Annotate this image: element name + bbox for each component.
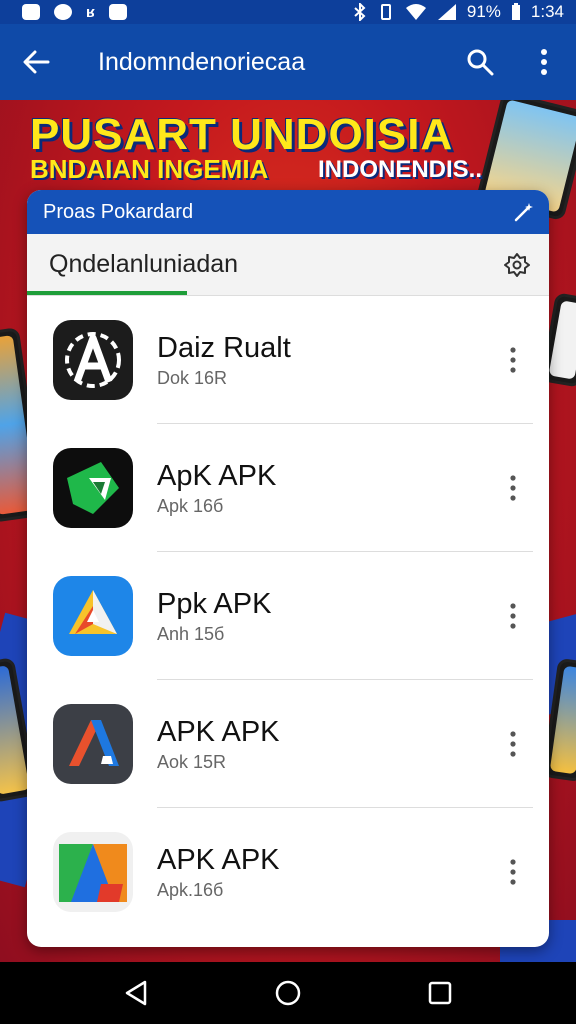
magic-wand-icon[interactable] xyxy=(513,201,535,223)
back-button[interactable] xyxy=(0,24,72,100)
item-menu-button[interactable] xyxy=(493,842,533,902)
page-title: Indomndenoriecaa xyxy=(98,47,306,76)
app-text: ApK APK Apk 16б xyxy=(133,459,493,517)
media-icon xyxy=(108,4,127,20)
more-vertical-icon xyxy=(510,603,516,629)
item-menu-button[interactable] xyxy=(493,330,533,390)
item-menu-button[interactable] xyxy=(493,586,533,646)
clock: 1:34 xyxy=(530,2,564,21)
app-size: Aok 15R xyxy=(157,751,227,772)
status-bar: ʁ 91% 1:34 xyxy=(0,0,576,24)
app-logo-icon xyxy=(53,832,133,912)
banner-subtitle-right: INDONENDIS.. xyxy=(318,156,483,183)
item-menu-button[interactable] xyxy=(493,714,533,774)
carrier-glyph: ʁ xyxy=(86,3,95,21)
app-size: Dok 16R xyxy=(157,367,228,388)
search-icon xyxy=(467,49,494,76)
status-right: 91% 1:34 xyxy=(353,2,564,22)
app-list-item[interactable]: Daiz Rualt Dok 16R xyxy=(27,296,549,424)
app-name: Daiz Rualt xyxy=(157,332,291,365)
triangle-back-icon xyxy=(125,980,147,1006)
more-vertical-icon xyxy=(510,347,516,373)
battery-icon xyxy=(511,3,520,20)
sync-icon xyxy=(54,4,72,20)
signal-icon xyxy=(437,4,456,20)
overflow-menu-button[interactable] xyxy=(512,24,576,100)
arrow-left-icon xyxy=(23,50,50,74)
app-logo-icon xyxy=(53,448,133,528)
app-name: ApK APK xyxy=(157,460,277,493)
app-text: Daiz Rualt Dok 16R xyxy=(133,331,493,389)
app-list-item[interactable]: APK APK Aok 15R xyxy=(27,680,549,808)
app-name: APK APK xyxy=(157,844,280,877)
circle-home-icon xyxy=(275,980,301,1006)
item-menu-button[interactable] xyxy=(493,458,533,518)
more-vertical-icon xyxy=(510,731,516,757)
app-list-item[interactable]: APK APK Apk.16б xyxy=(27,808,549,936)
app-size: Anh 15б xyxy=(157,623,225,644)
app-name: Ppk APK xyxy=(157,588,272,621)
app-logo-icon xyxy=(53,320,133,400)
bluetooth-icon xyxy=(354,3,366,21)
loading-progress-bar xyxy=(27,291,187,295)
banner-subtitle-left: BNDAIAN INGEMIA xyxy=(30,154,269,184)
more-vertical-icon xyxy=(510,475,516,501)
app-name: APK APK xyxy=(157,716,280,749)
app-text: APK APK Apk.16б xyxy=(133,843,493,901)
battery-percent: 91% xyxy=(466,2,501,21)
app-size: Apk 16б xyxy=(157,495,224,516)
search-button[interactable] xyxy=(448,24,512,100)
app-text: APK APK Aok 15R xyxy=(133,715,493,773)
app-bar: Indomndenoriecaa xyxy=(0,24,576,100)
more-vertical-icon xyxy=(510,859,516,885)
vibrate-icon xyxy=(380,4,391,20)
banner-headline: PUSART UNDOISIA xyxy=(30,110,454,159)
more-vertical-icon xyxy=(541,49,547,75)
app-list-item[interactable]: ApK APK Apk 16б xyxy=(27,424,549,552)
card-header-title: Proas Pokardard xyxy=(43,200,194,223)
nav-back-button[interactable] xyxy=(106,968,166,1018)
status-left: ʁ xyxy=(22,4,127,21)
notification-icon xyxy=(22,4,40,20)
app-list-card: Proas Pokardard Qndelanluniadan Daiz Rua… xyxy=(27,190,549,947)
nav-recents-button[interactable] xyxy=(410,968,470,1018)
nav-home-button[interactable] xyxy=(258,968,318,1018)
search-input-value[interactable]: Qndelanluniadan xyxy=(49,250,503,279)
app-size: Apk.16б xyxy=(157,879,224,900)
wifi-icon xyxy=(405,4,426,20)
square-recents-icon xyxy=(428,981,452,1005)
app-list-item[interactable]: Ppk APK Anh 15б xyxy=(27,552,549,680)
app-logo-icon xyxy=(53,576,133,656)
card-header: Proas Pokardard xyxy=(27,190,549,234)
app-logo-icon xyxy=(53,704,133,784)
system-nav-bar xyxy=(0,962,576,1024)
app-text: Ppk APK Anh 15б xyxy=(133,587,493,645)
settings-icon[interactable] xyxy=(503,251,531,279)
search-field[interactable]: Qndelanluniadan xyxy=(27,234,549,296)
